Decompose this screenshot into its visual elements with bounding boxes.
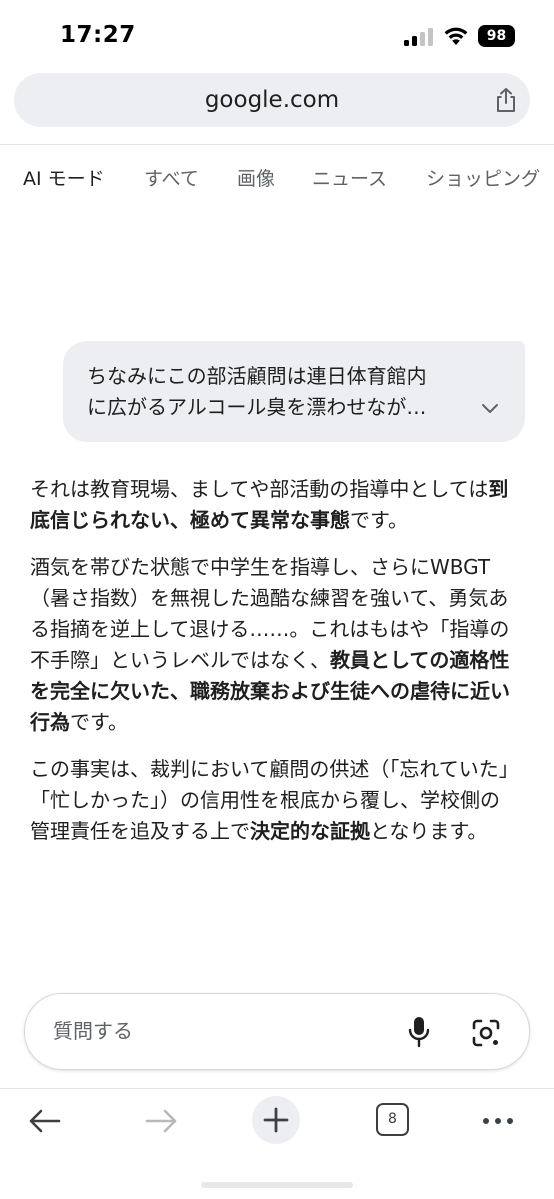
tab-images[interactable]: 画像 [237,164,275,191]
tab-shopping[interactable]: ショッピング [426,164,540,191]
answer-text: です。 [70,710,128,734]
tab-ai-mode[interactable]: AI モード [23,164,105,191]
tab-switcher-button[interactable]: 8 [376,1103,409,1136]
wifi-icon [444,27,468,45]
chevron-down-icon[interactable] [481,403,499,415]
screen: 17:27 98 google.com AI モード すべて 画像 ニュース シ… [0,0,554,1199]
home-indicator[interactable] [201,1182,353,1188]
browser-toolbar: 8 [0,1089,554,1149]
cellular-signal-icon [404,28,434,46]
forward-arrow-icon[interactable] [143,1103,179,1139]
url-text[interactable]: google.com [14,73,530,127]
more-options-icon[interactable] [480,1103,516,1139]
query-line-1: ちなみにこの部活顧問は連日体育館内 [87,364,427,388]
answer-paragraph-2: 酒気を帯びた状態で中学生を指導し、さらにWBGT（暑さ指数）を無視した過酷な練習… [30,552,514,738]
header-divider [0,144,554,145]
answer-paragraph-3: この事実は、裁判において顧問の供述（「忘れていた」「忙しかった」）の信用性を根底… [30,754,514,847]
status-bar: 17:27 98 [0,0,554,66]
ask-input-box[interactable]: 質問する [24,993,530,1070]
google-lens-icon[interactable] [471,1018,501,1048]
user-query-bubble[interactable]: ちなみにこの部活顧問は連日体育館内 に広がるアルコール臭を漂わせなが… [63,341,525,442]
search-tabs: AI モード すべて 画像 ニュース ショッピング [0,146,554,208]
share-icon[interactable] [492,86,520,114]
answer-text: となります。 [370,819,488,843]
status-time: 17:27 [60,22,136,48]
query-line-2: に広がるアルコール臭を漂わせなが… [87,395,427,419]
ask-input-placeholder[interactable]: 質問する [53,994,133,1069]
ai-answer: それは教育現場、ましてや部活動の指導中としては到底信じられない、極めて異常な事態… [30,474,514,863]
address-bar[interactable]: google.com [14,73,530,127]
back-arrow-icon[interactable] [27,1103,63,1139]
answer-text: それは教育現場、ましてや部活動の指導中としては [30,477,489,501]
tab-all[interactable]: すべて [144,164,199,191]
tab-news[interactable]: ニュース [312,164,387,191]
answer-bold-text: 決定的な証拠 [250,819,370,843]
user-query-text: ちなみにこの部活顧問は連日体育館内 に広がるアルコール臭を漂わせなが… [87,361,477,423]
new-tab-button[interactable] [251,1095,301,1145]
answer-text: です。 [350,508,408,532]
answer-paragraph-1: それは教育現場、ましてや部活動の指導中としては到底信じられない、極めて異常な事態… [30,474,514,536]
microphone-icon[interactable] [407,1016,431,1048]
battery-indicator: 98 [478,25,515,47]
